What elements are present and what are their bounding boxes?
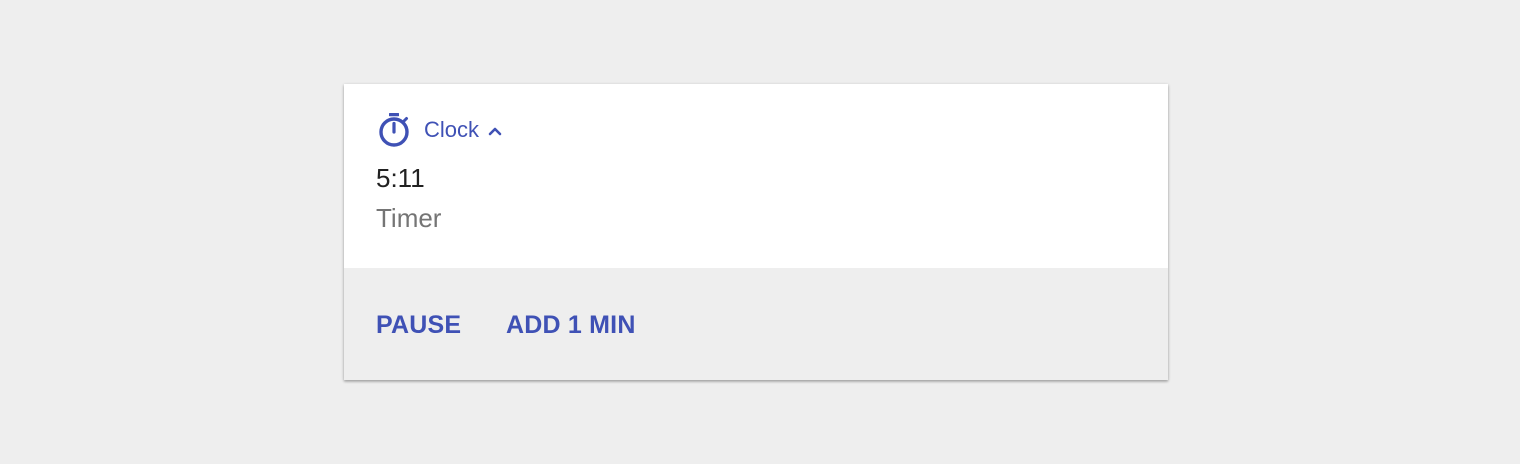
notification-actions: PAUSE ADD 1 MIN xyxy=(344,268,1168,380)
notification-header[interactable]: Clock xyxy=(376,110,503,150)
notification-card[interactable]: Clock 5:11 Timer PAUSE ADD 1 MIN xyxy=(344,84,1168,380)
pause-button[interactable]: PAUSE xyxy=(376,308,461,342)
add-1-min-button[interactable]: ADD 1 MIN xyxy=(506,308,636,342)
stopwatch-icon xyxy=(376,112,412,148)
chevron-up-icon[interactable] xyxy=(487,123,503,139)
timer-remaining: 5:11 xyxy=(376,163,425,193)
notification-subtitle: Timer xyxy=(376,203,442,233)
notification-body[interactable]: Clock 5:11 Timer xyxy=(344,84,1168,268)
app-name: Clock xyxy=(424,117,480,142)
